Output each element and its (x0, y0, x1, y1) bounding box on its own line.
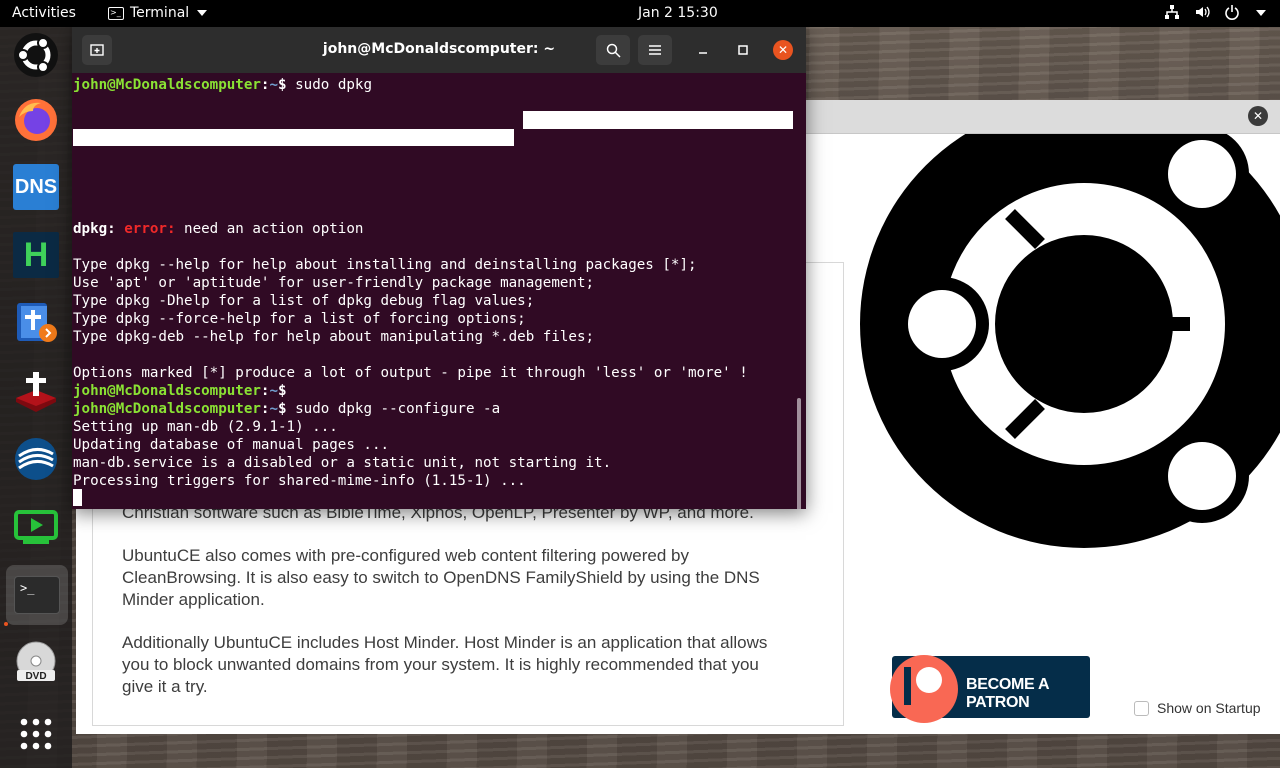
dock-item-bible-app[interactable] (12, 299, 60, 347)
terminal-output-line: man-db.service is a disabled or a static… (73, 455, 612, 471)
maximize-button[interactable] (733, 40, 753, 60)
patreon-icon (890, 655, 958, 723)
openlp-icon (15, 438, 57, 480)
terminal-error-line: dpkg: error: need an action option (73, 221, 364, 237)
dock-item-terminal[interactable]: >_ (6, 565, 68, 625)
ubuntu-logo (860, 134, 1280, 584)
app-menu-label: Terminal (130, 5, 190, 21)
hamburger-icon (649, 45, 661, 55)
bible-app-icon (17, 303, 57, 342)
terminal-line-cmd1: john@McDonaldscomputer:~$ sudo dpkg (73, 77, 372, 93)
maximize-icon (738, 45, 748, 55)
minimize-icon (699, 52, 707, 54)
terminal-empty-prompt: john@McDonaldscomputer:~$ (73, 383, 287, 399)
terminal-small-icon: >_ (108, 6, 124, 20)
dock-item-ubuntu[interactable] (12, 31, 60, 79)
chevron-down-icon (1256, 10, 1266, 16)
bibletime-icon (16, 372, 56, 412)
presenter-icon (14, 510, 58, 544)
terminal-output-line: Setting up man-db (2.9.1-1) ... (73, 419, 338, 435)
dock-item-firefox[interactable] (12, 96, 60, 144)
show-applications-button[interactable] (12, 710, 60, 758)
power-icon (1225, 5, 1239, 20)
terminal-cursor (73, 489, 82, 506)
ubuntu-icon (14, 33, 58, 77)
close-icon: ✕ (777, 43, 789, 57)
terminal-options-line: Options marked [*] produce a lot of outp… (73, 365, 748, 381)
search-button[interactable] (596, 35, 630, 65)
dock-item-host-minder[interactable]: H (13, 232, 59, 278)
dock-item-dvd[interactable]: DVD (12, 639, 60, 687)
terminal-icon: >_ (14, 576, 60, 614)
show-on-startup-label: Show on Startup (1157, 700, 1261, 716)
terminal-help-line: Type dpkg --force-help for a list of for… (73, 311, 526, 327)
host-minder-icon: H (23, 235, 49, 274)
system-tray[interactable] (1164, 4, 1266, 20)
dock-item-openlp[interactable] (12, 435, 60, 483)
terminal-line-cmd2: john@McDonaldscomputer:~$ sudo dpkg --co… (73, 401, 501, 417)
welcome-close-button[interactable]: ✕ (1248, 106, 1268, 126)
redacted-block (73, 129, 514, 146)
terminal-window[interactable]: john@McDonaldscomputer: ~ ✕ john@McDonal… (72, 27, 806, 509)
patron-label: BECOME A PATRON (966, 676, 1049, 711)
svg-text:DVD: DVD (25, 671, 46, 682)
terminal-help-line: Use 'apt' or 'aptitude' for user-friendl… (73, 275, 595, 291)
dvd-icon: DVD (16, 641, 56, 682)
search-icon (606, 43, 621, 58)
show-on-startup-toggle[interactable]: Show on Startup (1134, 700, 1261, 716)
top-bar: Activities >_ Terminal Jan 2 15:30 (0, 0, 1280, 27)
terminal-output-line: Updating database of manual pages ... (73, 437, 390, 453)
show-apps-icon (20, 718, 52, 750)
terminal-help-line: Type dpkg -Dhelp for a list of dpkg debu… (73, 293, 535, 309)
terminal-output-line: Processing triggers for shared-mime-info… (73, 473, 526, 489)
dock-item-presenter[interactable] (12, 503, 60, 551)
dock-item-bibletime[interactable] (12, 367, 60, 415)
welcome-paragraph-3: Additionally UbuntuCE includes Host Mind… (122, 633, 768, 696)
menu-button[interactable] (638, 35, 672, 65)
volume-icon (1196, 6, 1210, 18)
terminal-output[interactable]: john@McDonaldscomputer:~$ sudo dpkg dpkg… (72, 73, 806, 509)
dns-minder-icon: DNS (14, 175, 58, 198)
redacted-block (523, 111, 793, 129)
terminal-help-line: Type dpkg-deb --help for help about mani… (73, 329, 595, 345)
show-on-startup-checkbox[interactable] (1134, 700, 1149, 716)
terminal-scrollbar[interactable] (797, 398, 801, 509)
close-button[interactable]: ✕ (773, 40, 793, 60)
terminal-help-line: Type dpkg --help for help about installi… (73, 257, 697, 273)
welcome-paragraph-2: UbuntuCE also comes with pre-configured … (122, 546, 760, 609)
network-icon (1165, 5, 1179, 19)
clock[interactable]: Jan 2 15:30 (638, 5, 718, 21)
dock-item-dns-minder[interactable]: DNS (13, 164, 59, 210)
firefox-icon (15, 99, 57, 141)
minimize-button[interactable] (693, 40, 713, 60)
terminal-header[interactable]: john@McDonaldscomputer: ~ ✕ (72, 27, 806, 73)
activities-button[interactable]: Activities (12, 5, 76, 21)
dock: DNS H >_ DVD (0, 27, 72, 768)
app-menu[interactable]: >_ Terminal (108, 5, 208, 21)
chevron-down-icon (197, 10, 208, 16)
become-a-patron-button[interactable]: BECOME A PATRON (890, 655, 1090, 723)
